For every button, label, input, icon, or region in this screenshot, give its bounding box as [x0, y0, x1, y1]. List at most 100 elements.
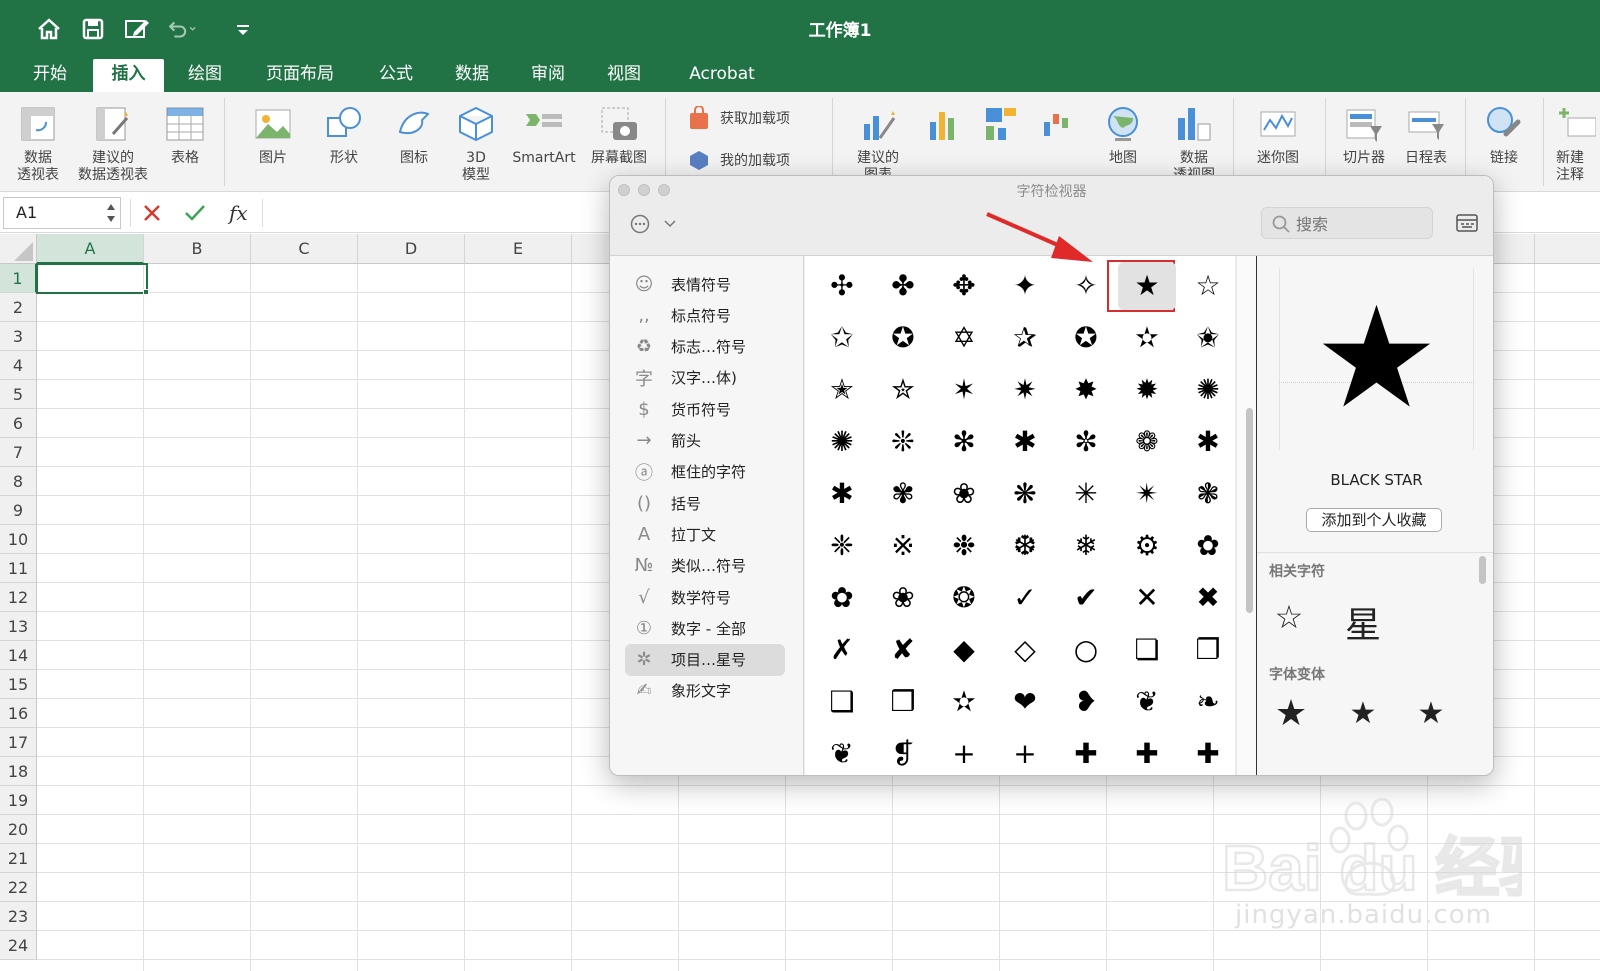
row-header[interactable]: 16 [0, 699, 37, 728]
tab-home[interactable]: 开始 [18, 59, 82, 92]
character-cell[interactable]: ✭ [813, 366, 871, 414]
character-cell[interactable]: ❈ [813, 522, 871, 570]
recommended-charts-button[interactable]: 建议的 图表 [848, 104, 908, 184]
category-item[interactable]: ⓐ 框住的字符 [625, 456, 785, 488]
character-cell[interactable]: ✸ [1057, 366, 1115, 414]
table-button[interactable]: 表格 [163, 104, 207, 167]
map-button[interactable]: 地图 [1095, 104, 1151, 167]
character-cell[interactable]: ✘ [874, 626, 932, 674]
character-cell[interactable]: ✱ [996, 418, 1054, 466]
category-item[interactable]: () 括号 [625, 487, 785, 519]
character-cell[interactable]: ❦ [1118, 678, 1176, 726]
column-header[interactable] [1535, 234, 1600, 264]
category-item[interactable]: √ 数学符号 [625, 581, 785, 613]
character-cell[interactable]: + [935, 730, 993, 775]
search-field[interactable] [1261, 207, 1433, 239]
character-cell[interactable]: ❃ [1179, 470, 1237, 518]
column-header[interactable]: A [37, 234, 144, 264]
pivot-chart-button[interactable]: 数据 透视图 [1166, 104, 1222, 184]
character-cell[interactable]: ◆ [935, 626, 993, 674]
row-header[interactable]: 4 [0, 351, 37, 380]
character-cell[interactable]: ❤ [996, 678, 1054, 726]
character-cell[interactable]: ✫ [1118, 314, 1176, 362]
character-cell[interactable]: ❒ [874, 678, 932, 726]
link-button[interactable]: 链接 [1478, 104, 1530, 167]
character-cell[interactable]: ◇ [996, 626, 1054, 674]
recommended-pivot-button[interactable]: 建议的 数据透视表 [74, 104, 152, 184]
pivot-table-button[interactable]: 数据 透视表 [10, 104, 66, 184]
column-header[interactable]: C [251, 234, 358, 264]
3d-models-button[interactable]: 3D 模型 [454, 104, 498, 184]
slicer-button[interactable]: 切片器 [1338, 104, 1390, 167]
tab-page-layout[interactable]: 页面布局 [252, 59, 348, 92]
character-cell[interactable]: ✹ [1118, 366, 1176, 414]
category-item[interactable]: ♻ 标志…符号 [625, 331, 785, 363]
character-cell[interactable]: ✺ [813, 418, 871, 466]
row-header[interactable]: 6 [0, 409, 37, 438]
row-header[interactable]: 15 [0, 670, 37, 699]
new-comment-button[interactable]: 新建 注释 [1556, 104, 1600, 184]
name-box[interactable]: A1 [3, 197, 121, 229]
character-cell[interactable]: ✖ [1179, 574, 1237, 622]
character-cell[interactable]: ✕ [1118, 574, 1176, 622]
character-cell[interactable]: ✼ [1057, 418, 1115, 466]
character-cell[interactable]: ✔ [1057, 574, 1115, 622]
screenshot-button[interactable]: 屏幕截图 [586, 104, 652, 167]
character-cell[interactable]: ✬ [1179, 314, 1237, 362]
chart-types-group-1[interactable] [924, 104, 964, 150]
font-variant-char[interactable]: ★ [1341, 696, 1385, 731]
pictures-button[interactable]: 图片 [243, 104, 303, 167]
tab-draw[interactable]: 绘图 [175, 59, 235, 92]
chart-types-group-2[interactable] [982, 104, 1022, 150]
category-item[interactable]: ① 数字 - 全部 [625, 612, 785, 644]
font-variant-char[interactable]: ★ [1269, 693, 1313, 734]
character-cell[interactable]: ❥ [1057, 678, 1115, 726]
character-cell[interactable]: ✰ [996, 314, 1054, 362]
row-header[interactable]: 3 [0, 322, 37, 351]
character-cell[interactable]: ✺ [1179, 366, 1237, 414]
category-item[interactable]: ✍ 象形文字 [625, 675, 785, 707]
row-header[interactable]: 7 [0, 438, 37, 467]
column-header[interactable]: E [465, 234, 572, 264]
cancel-icon[interactable] [142, 203, 162, 223]
character-cell[interactable]: ※ [874, 522, 932, 570]
category-item[interactable]: A 拉丁文 [625, 518, 785, 550]
character-cell[interactable]: ✫ [935, 678, 993, 726]
insert-function-button[interactable]: fx [229, 201, 248, 225]
tab-insert[interactable]: 插入 [93, 59, 164, 92]
tab-formulas[interactable]: 公式 [366, 59, 426, 92]
character-cell[interactable]: ❀ [874, 574, 932, 622]
row-header[interactable]: 13 [0, 612, 37, 641]
row-header[interactable]: 14 [0, 641, 37, 670]
row-header[interactable]: 9 [0, 496, 37, 525]
character-cell[interactable]: ❉ [935, 522, 993, 570]
select-all-corner[interactable] [0, 234, 37, 264]
category-item[interactable]: 字汉字…体) [625, 362, 785, 394]
character-cell[interactable]: ❁ [1118, 418, 1176, 466]
row-header[interactable]: 19 [0, 786, 37, 815]
character-cell[interactable]: ❧ [1179, 678, 1237, 726]
character-cell[interactable]: ❦ [813, 730, 871, 775]
category-item[interactable]: № 类似…符号 [625, 550, 785, 582]
icons-button[interactable]: 图标 [390, 104, 438, 167]
row-header[interactable]: 20 [0, 815, 37, 844]
character-cell[interactable]: ☆ [1179, 262, 1237, 310]
character-cell[interactable]: ❐ [1179, 626, 1237, 674]
column-header[interactable]: D [358, 234, 465, 264]
my-addins-button[interactable]: 我的加载项 [688, 149, 790, 171]
character-cell[interactable]: + [996, 730, 1054, 775]
get-addins-button[interactable]: 获取加载项 [688, 106, 790, 130]
character-cell[interactable]: ✓ [996, 574, 1054, 622]
character-cell[interactable]: ✿ [1179, 522, 1237, 570]
column-header[interactable]: B [144, 234, 251, 264]
related-char[interactable]: ☆ [1267, 598, 1311, 636]
character-grid-scrollbar[interactable] [1246, 408, 1253, 613]
character-cell[interactable]: ✳ [1057, 470, 1115, 518]
row-header[interactable]: 12 [0, 583, 37, 612]
tab-acrobat[interactable]: Acrobat [676, 59, 768, 92]
character-cell[interactable]: ✪ [874, 314, 932, 362]
character-cell[interactable]: ✱ [813, 470, 871, 518]
row-header[interactable]: 11 [0, 554, 37, 583]
search-input[interactable] [1296, 212, 1426, 236]
character-cell[interactable]: ○ [1057, 626, 1115, 674]
